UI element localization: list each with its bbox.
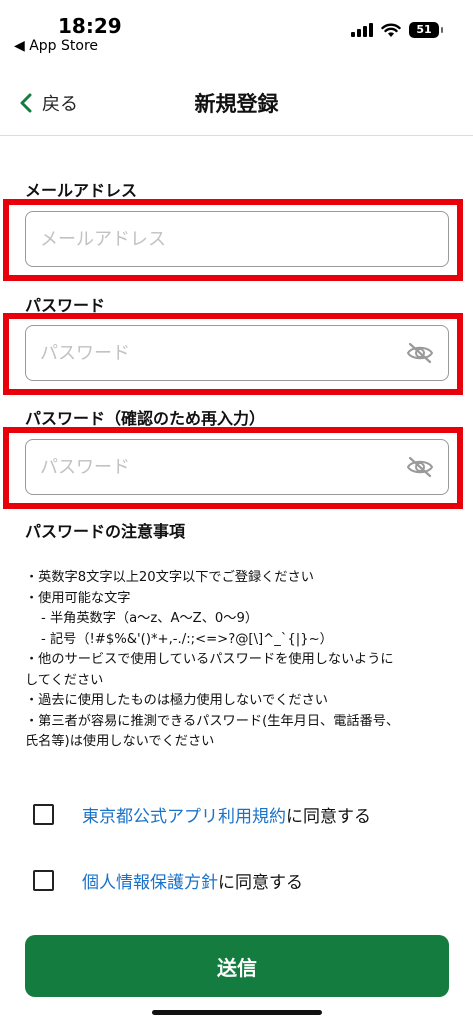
wifi-icon (381, 23, 401, 37)
password-notes: ・英数字8文字以上20文字以下でご登録ください ・使用可能な文字 - 半角英数字… (25, 568, 465, 753)
notes-line: - 半角英数字（a〜z、A〜Z、0〜9） (41, 611, 259, 626)
notes-line: ・使用可能な文字 (25, 590, 131, 606)
privacy-checkbox[interactable] (33, 870, 54, 891)
email-field[interactable] (40, 228, 434, 250)
notes-line: ・第三者が容易に推測できるパスワード(生年月日、電話番号、 (25, 713, 400, 729)
password-confirm-label: パスワード（確認のため再入力） (25, 409, 266, 428)
notes-line: ・英数字8文字以上20文字以下でご登録ください (25, 570, 314, 585)
privacy-agreement-text: 個人情報保護方針に同意する (82, 868, 303, 893)
terms-agreement-text: 東京都公式アプリ利用規約に同意する (82, 802, 371, 827)
status-icons: 51 (351, 22, 443, 38)
notes-line: してください (25, 672, 104, 688)
terms-link[interactable]: 東京都公式アプリ利用規約 (82, 807, 286, 827)
back-to-app-store-link[interactable]: ◀ App Store (14, 38, 98, 54)
submit-button[interactable]: 送信 (25, 935, 449, 997)
eye-off-icon[interactable] (406, 341, 434, 365)
notes-line: ・過去に使用したものは極力使用しないでください (25, 693, 328, 708)
cellular-signal-icon (351, 23, 373, 37)
privacy-policy-link[interactable]: 個人情報保護方針 (82, 873, 218, 893)
password-confirm-field-box (25, 439, 449, 495)
email-label: メールアドレス (25, 181, 138, 200)
password-confirm-field[interactable] (40, 456, 406, 478)
email-field-box (25, 211, 449, 267)
page-title: 新規登録 (194, 92, 279, 116)
password-notes-title: パスワードの注意事項 (25, 522, 186, 541)
password-field-box (25, 325, 449, 381)
password-field[interactable] (40, 342, 406, 364)
notes-line: - 記号（!#$%&'()*+,-./:;<=>?@[\]^_`{|}~） (41, 631, 333, 647)
home-indicator (152, 1010, 322, 1015)
status-bar: 18:29 ◀ App Store 51 (0, 0, 473, 60)
terms-suffix: に同意する (286, 807, 371, 827)
status-time: 18:29 (58, 14, 122, 38)
eye-off-icon[interactable] (406, 455, 434, 479)
terms-checkbox[interactable] (33, 804, 54, 825)
nav-bar: 戻る 新規登録 (0, 64, 473, 136)
privacy-agreement-row: 個人情報保護方針に同意する (33, 868, 303, 893)
notes-line: ・他のサービスで使用しているパスワードを使用しないように (25, 652, 394, 667)
privacy-suffix: に同意する (218, 873, 303, 893)
battery-icon: 51 (409, 22, 443, 38)
notes-line: 氏名等)は使用しないでください (25, 734, 215, 749)
terms-agreement-row: 東京都公式アプリ利用規約に同意する (33, 802, 371, 827)
